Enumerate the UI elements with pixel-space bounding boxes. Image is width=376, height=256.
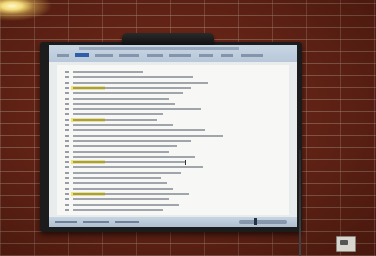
line-number — [65, 102, 69, 105]
document-text-line — [73, 198, 169, 201]
document-text-line — [73, 97, 169, 100]
document-text-line — [73, 76, 193, 79]
document-text-line — [73, 71, 143, 73]
menu-tab — [119, 54, 139, 57]
text-cursor — [185, 160, 186, 166]
document-text-line — [73, 203, 179, 206]
line-number — [65, 150, 69, 153]
zoom-slider — [239, 220, 287, 224]
power-cable-icon — [299, 150, 301, 256]
status-bar — [49, 217, 297, 227]
line-number — [65, 187, 69, 190]
projector-bar-icon — [122, 33, 214, 45]
line-number — [65, 92, 69, 95]
document-text-line — [73, 166, 203, 169]
status-language — [115, 221, 139, 223]
menu-tab — [241, 54, 263, 57]
document-text-line — [73, 155, 195, 158]
socket-hole — [340, 240, 348, 245]
document-text-line — [73, 192, 189, 195]
document-text-line — [73, 129, 205, 132]
document-page — [57, 65, 289, 215]
line-number — [65, 71, 69, 73]
line-number — [65, 208, 69, 211]
menu-tab — [95, 54, 113, 57]
line-number — [65, 76, 69, 79]
document-text-line — [73, 113, 163, 116]
document-text-line — [73, 139, 191, 142]
menu-tab-active — [75, 53, 89, 57]
line-number — [65, 118, 69, 121]
line-number — [65, 113, 69, 116]
document-text-line — [73, 177, 161, 179]
status-page-count — [55, 221, 77, 223]
menu-tab — [147, 54, 163, 57]
zoom-slider-thumb — [254, 218, 257, 225]
document-text-line — [73, 208, 163, 211]
projected-screen — [49, 45, 297, 227]
line-number — [65, 139, 69, 142]
menu-tab — [169, 54, 191, 57]
menu-tab — [199, 54, 213, 57]
line-number — [65, 124, 69, 126]
line-number — [65, 192, 69, 195]
line-number — [65, 166, 69, 169]
window-title-bar — [79, 47, 239, 50]
document-text-line — [73, 108, 201, 111]
line-number — [65, 161, 69, 164]
line-number — [65, 182, 69, 185]
document-text-line — [73, 187, 173, 190]
document-text-line — [73, 92, 183, 95]
line-number — [65, 177, 69, 179]
document-text-line — [73, 171, 181, 174]
document-text-line — [73, 145, 177, 148]
line-number — [65, 203, 69, 206]
line-number — [65, 145, 69, 148]
ceiling-light-icon — [0, 0, 60, 24]
line-number — [65, 108, 69, 111]
document-text-line — [73, 124, 173, 126]
document-text-line — [73, 161, 185, 164]
line-number — [65, 134, 69, 137]
status-word-count — [83, 221, 109, 223]
document-text-line — [73, 182, 167, 185]
menu-tab — [221, 54, 233, 57]
line-number — [65, 86, 69, 89]
line-number — [65, 129, 69, 132]
line-number — [65, 198, 69, 201]
line-number — [65, 155, 69, 158]
document-text-line — [73, 134, 223, 137]
document-text-line — [73, 150, 169, 153]
document-text-line — [73, 102, 175, 105]
menu-tabs — [57, 53, 297, 59]
line-number — [65, 97, 69, 100]
word-processor-ribbon — [49, 45, 297, 62]
document-text-line — [73, 118, 157, 121]
line-number — [65, 81, 69, 84]
document-text-line — [73, 81, 208, 84]
line-number — [65, 171, 69, 174]
document-text-line — [73, 86, 191, 89]
menu-tab — [57, 54, 69, 57]
